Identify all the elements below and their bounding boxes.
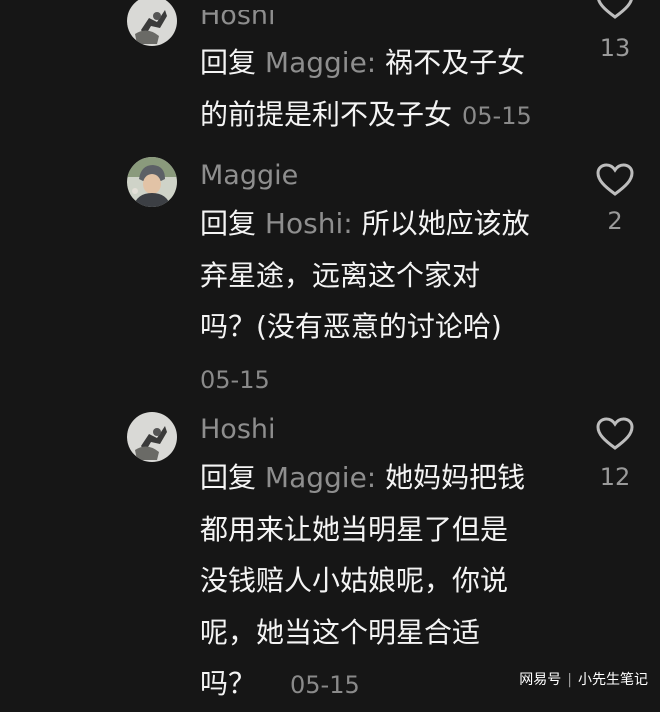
comment-text: 她妈妈把钱 (385, 461, 526, 494)
comment-text: 吗？ (200, 667, 257, 700)
watermark: 网易号 | 小先生笔记 (519, 669, 648, 689)
comment-text: 没钱赔人小姑娘呢，你说 (200, 564, 509, 597)
like-count: 13 (599, 34, 631, 62)
comment-line: 回复 Maggie: 祸不及子女 (200, 37, 560, 89)
like-button[interactable]: 2 (594, 163, 636, 235)
comment-body: 回复 Maggie: 祸不及子女 的前提是利不及子女 05-15 (200, 37, 560, 140)
comment-text: 呢，她当这个明星合适 (200, 615, 481, 649)
comment-username[interactable]: Hoshi (200, 10, 276, 33)
comment-line: 弃星途，远离这个家对 (200, 250, 560, 302)
comment-line: 的前提是利不及子女 05-15 (200, 89, 560, 141)
comment-text: 祸不及子女 (385, 46, 526, 79)
reply-target-username[interactable]: Hoshi: (265, 207, 353, 240)
reply-label: 回复 (200, 207, 257, 240)
comment-line: 吗？ 05-15 (200, 658, 560, 710)
reply-target-username[interactable]: Maggie: (265, 461, 376, 494)
heart-icon (596, 417, 634, 450)
comment-body: 回复 Hoshi: 所以她应该放 弃星途，远离这个家对 吗？(没有恶意的讨论哈)… (200, 198, 560, 404)
comment-line: 都用来让她当明星了但是 (200, 504, 560, 556)
like-button[interactable]: 13 (594, 0, 636, 62)
comment-body: 回复 Maggie: 她妈妈把钱 都用来让她当明星了但是 没钱赔人小姑娘呢，你说… (200, 452, 560, 710)
comment-text: 弃星途，远离这个家对 (200, 258, 481, 292)
comment-date: 05-15 (462, 101, 532, 130)
comment-text: 所以她应该放 (361, 207, 530, 240)
comment-date: 05-15 (290, 671, 360, 699)
like-count: 2 (607, 207, 623, 235)
comment-line: 回复 Hoshi: 所以她应该放 (200, 198, 560, 250)
like-button[interactable]: 12 (594, 417, 636, 491)
heart-icon (597, 0, 633, 19)
comment-line: 吗？(没有恶意的讨论哈) (200, 301, 560, 353)
comment-line: 呢，她当这个明星合适 (200, 607, 560, 659)
like-count: 12 (599, 463, 631, 491)
reply-target-username[interactable]: Maggie: (265, 46, 376, 79)
watermark-source: 网易号 (519, 672, 562, 688)
comment-line: 回复 Maggie: 她妈妈把钱 (200, 452, 560, 504)
comment-username[interactable]: Hoshi (200, 413, 276, 447)
watermark-separator: | (567, 672, 572, 688)
reply-label: 回复 (200, 461, 257, 494)
comment-text: 都用来让她当明星了但是 (200, 512, 509, 546)
comment-text: 吗？(没有恶意的讨论哈) (200, 310, 502, 343)
heart-icon (596, 163, 634, 196)
comment-line: 05-15 (200, 353, 560, 405)
comment-date: 05-15 (200, 365, 270, 394)
avatar[interactable] (127, 0, 177, 46)
avatar[interactable] (127, 157, 177, 207)
comment-text: 的前提是利不及子女 (200, 97, 453, 131)
watermark-author: 小先生笔记 (578, 672, 648, 688)
reply-label: 回复 (200, 46, 257, 79)
comment-line: 没钱赔人小姑娘呢，你说 (200, 555, 560, 607)
avatar[interactable] (127, 412, 177, 462)
comment-username[interactable]: Maggie (200, 159, 298, 193)
